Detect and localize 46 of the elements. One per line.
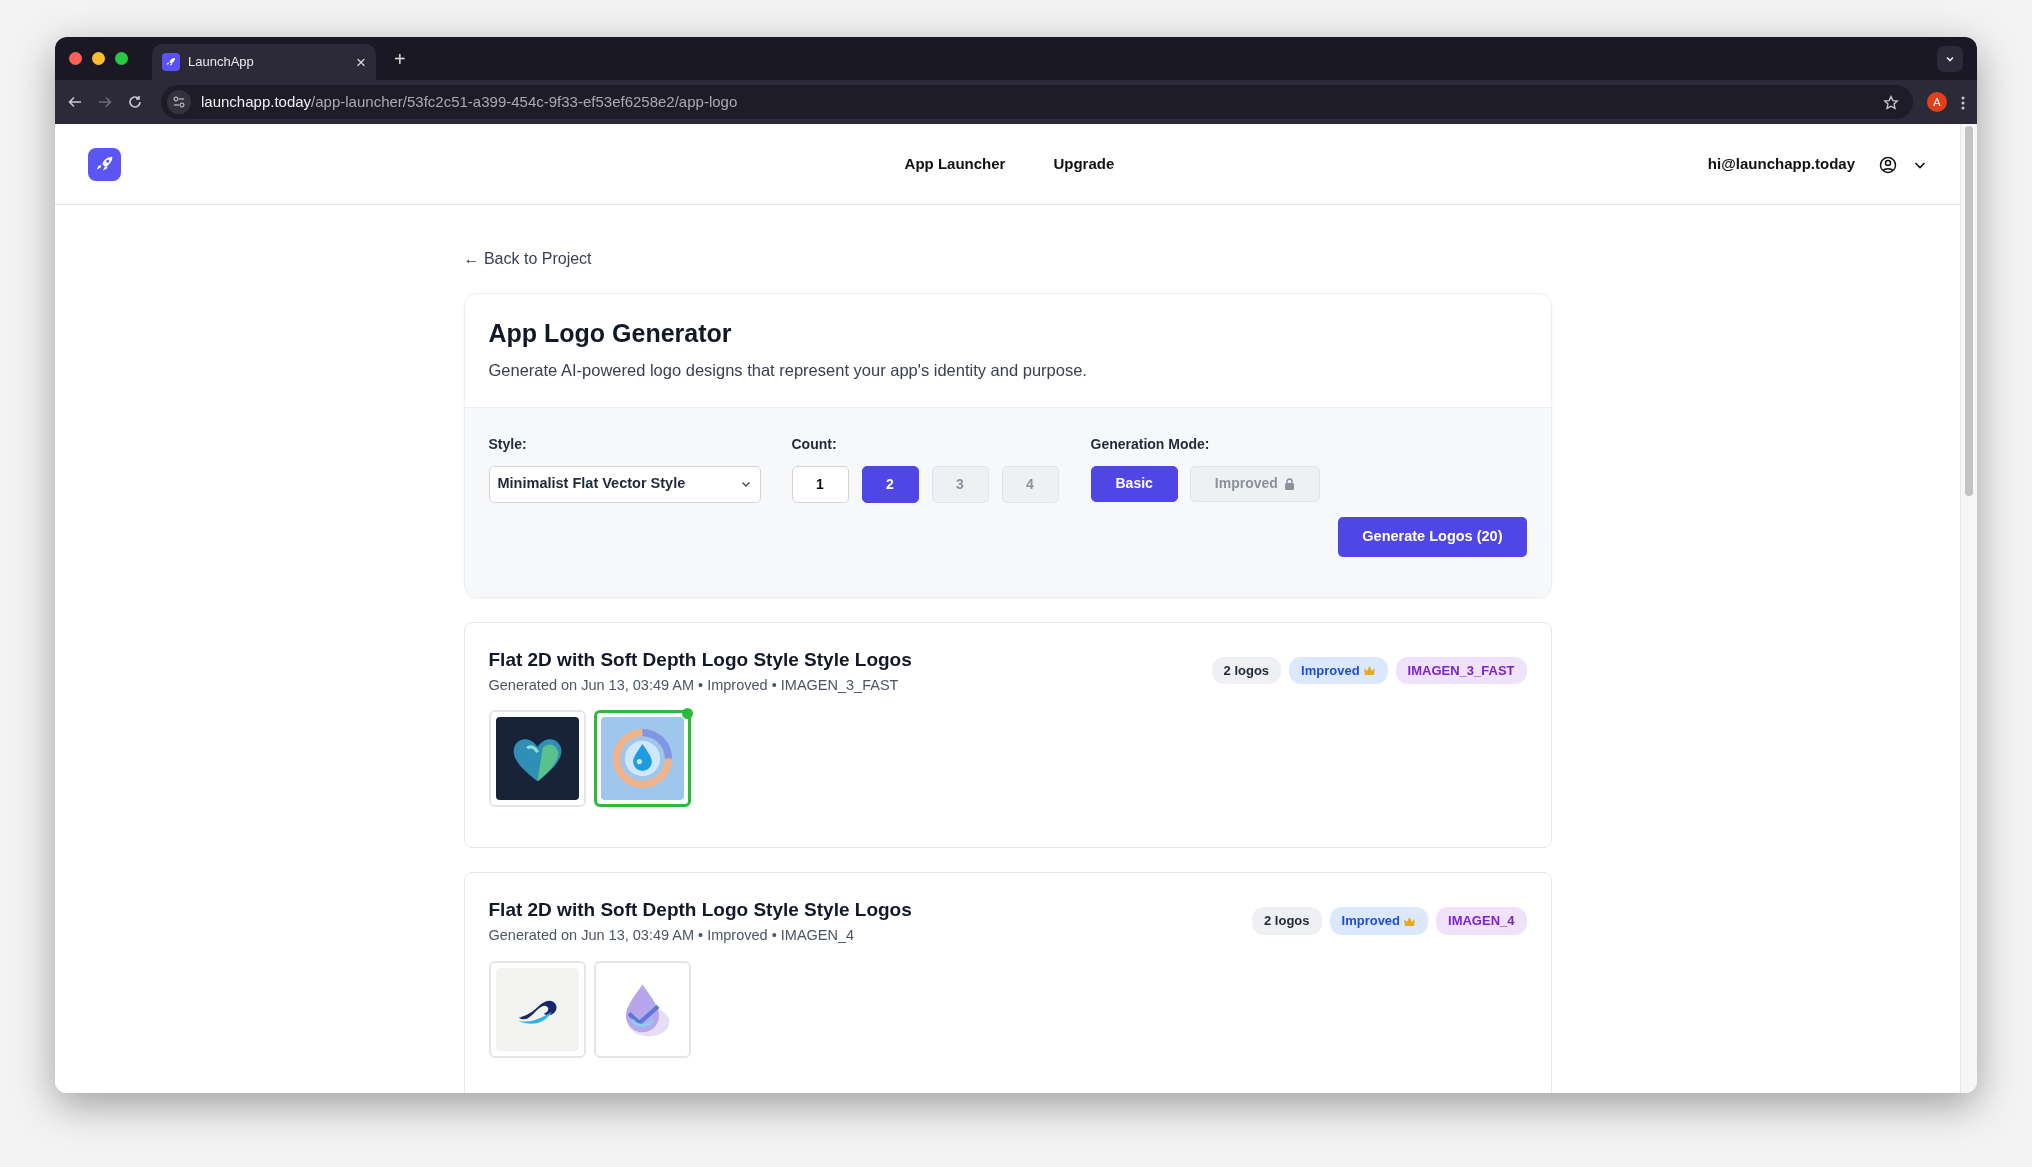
field-label: Count: — [791, 434, 838, 454]
tab-menu-button[interactable] — [1937, 45, 1963, 72]
user-email: hi@launchapp.today — [1707, 153, 1855, 174]
tab-title: LaunchApp — [188, 53, 254, 72]
count-option-button[interactable]: 2 — [861, 465, 919, 503]
mode-tag: Improved — [1289, 656, 1388, 685]
count-option-button[interactable]: 1 — [791, 465, 849, 503]
site-settings-icon[interactable] — [167, 90, 191, 114]
page-title: App Logo Generator — [488, 318, 733, 348]
browser-tab[interactable]: LaunchApp × — [152, 44, 376, 80]
batch-subtitle: Generated on Jun 13, 03:49 AM • Improved • IMAGEN_3_FAST — [488, 675, 900, 695]
zoom-window-icon[interactable] — [115, 52, 128, 65]
batch-title: Flat 2D with Soft Depth Logo Style Style Logos — [488, 648, 913, 672]
logo-thumbnail[interactable] — [593, 710, 691, 808]
mode-option-button[interactable]: Basic — [1090, 465, 1178, 502]
style-dropdown[interactable]: Minimalist Flat Vector Style — [488, 465, 761, 503]
address-bar[interactable]: launchapp.today/app-launcher/53fc2c51-a399-454c-9f33-ef53ef6258e2/app-logo — [161, 85, 1913, 119]
minimize-window-icon[interactable] — [92, 52, 105, 65]
lock-icon — [1283, 477, 1295, 490]
model-tag: IMAGEN_3_FAST — [1395, 656, 1527, 685]
new-tab-button[interactable]: + — [386, 48, 414, 69]
logo-count-tag: 2 logos — [1211, 656, 1282, 685]
back-icon[interactable] — [67, 94, 83, 110]
nav-link-item[interactable]: Upgrade — [1053, 152, 1115, 176]
field-label: Style: — [488, 434, 528, 454]
url-host: launchapp.today — [201, 91, 312, 112]
batch-title: Flat 2D with Soft Depth Logo Style Style Logos — [488, 899, 913, 923]
profile-avatar[interactable]: A — [1927, 92, 1947, 112]
rocket-icon — [162, 53, 180, 71]
nav-link-item[interactable]: App Launcher — [904, 152, 1006, 176]
page-description: Generate AI-powered logo designs that represent your app's identity and purpose. — [488, 360, 1088, 381]
forward-icon[interactable] — [97, 94, 113, 110]
scrollbar[interactable] — [1960, 124, 1977, 1093]
back-link[interactable]: ← Back to Project — [463, 247, 592, 271]
batch-subtitle: Generated on Jun 13, 03:49 AM • Improved • IMAGEN_4 — [488, 926, 856, 946]
check-badge-icon — [681, 708, 693, 720]
model-tag: IMAGEN_4 — [1436, 907, 1527, 935]
field-label: Generation Mode: — [1090, 434, 1211, 454]
logo-count-tag: 2 logos — [1252, 907, 1322, 935]
rocket-logo-icon[interactable] — [88, 147, 121, 181]
close-tab-button[interactable]: × — [356, 53, 366, 71]
mode-tag: Improved — [1329, 907, 1429, 935]
close-window-icon[interactable] — [69, 52, 82, 65]
url-path: /app-launcher/53fc2c51-a399-454c-9f33-ef53ef6258e2/app-logo — [311, 91, 738, 112]
generate-button[interactable]: Generate Logos (20) — [1338, 516, 1527, 557]
reload-icon[interactable] — [127, 94, 143, 110]
